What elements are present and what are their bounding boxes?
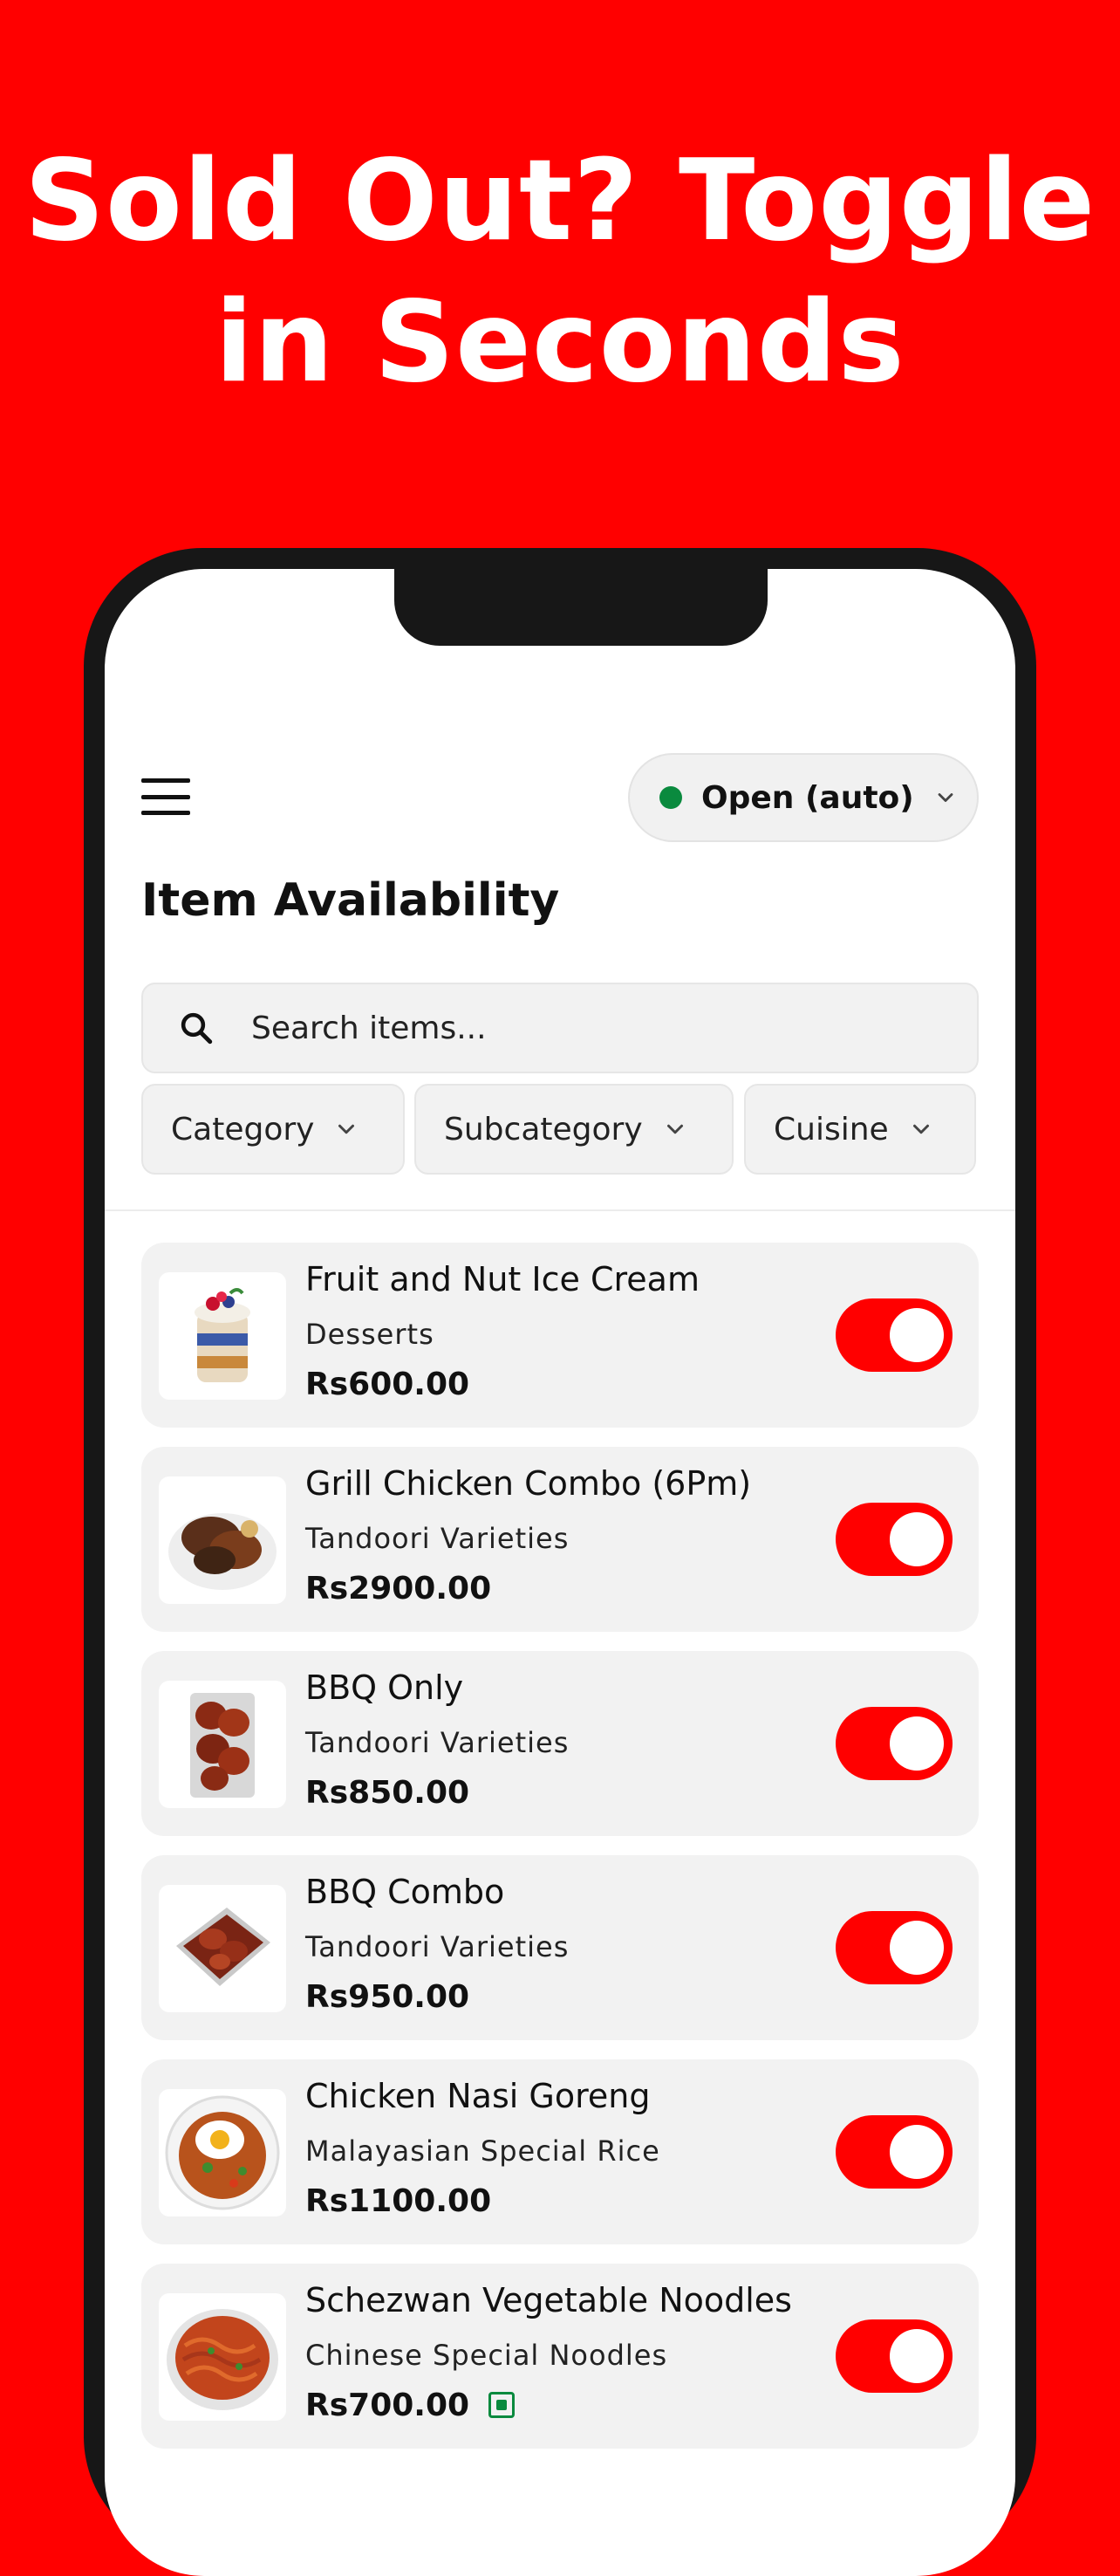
toggle-knob xyxy=(890,2125,944,2179)
veg-indicator-icon xyxy=(488,2392,516,2418)
item-image xyxy=(159,1272,286,1400)
item-name: Schezwan Vegetable Noodles xyxy=(305,2281,792,2319)
item-image xyxy=(159,1476,286,1604)
headline-line-1: Sold Out? Toggle xyxy=(24,136,1096,266)
subcategory-filter-label: Subcategory xyxy=(444,1111,643,1148)
subcategory-filter-dropdown[interactable]: Subcategory xyxy=(414,1084,734,1175)
chevron-down-icon xyxy=(938,793,953,802)
item-card: Schezwan Vegetable Noodles Chinese Speci… xyxy=(141,2264,979,2449)
toggle-knob xyxy=(890,1512,944,1566)
item-category: Tandoori Varieties xyxy=(305,1726,570,1759)
availability-toggle[interactable] xyxy=(836,1911,953,1984)
item-name: Fruit and Nut Ice Cream xyxy=(305,1260,700,1298)
item-image xyxy=(159,2293,286,2421)
chevron-down-icon xyxy=(338,1124,355,1134)
item-card: Grill Chicken Combo (6Pm) Tandoori Varie… xyxy=(141,1447,979,1632)
item-category: Desserts xyxy=(305,1318,434,1351)
store-status-dropdown[interactable]: Open (auto) xyxy=(628,753,979,842)
headline: Sold Out? Toggle in Seconds xyxy=(0,131,1120,414)
search-bar[interactable] xyxy=(141,983,979,1073)
availability-toggle[interactable] xyxy=(836,2115,953,2189)
item-price-row: Rs700.00 xyxy=(305,2388,516,2423)
availability-toggle[interactable] xyxy=(836,1707,953,1780)
item-price: Rs2900.00 xyxy=(305,1571,492,1607)
store-status-label: Open (auto) xyxy=(701,779,914,816)
phone-frame: Open (auto) Item Availability Category S… xyxy=(84,548,1036,2576)
item-category: Chinese Special Noodles xyxy=(305,2339,668,2372)
category-filter-dropdown[interactable]: Category xyxy=(141,1084,405,1175)
phone-screen: Open (auto) Item Availability Category S… xyxy=(105,569,1015,2576)
item-name: Grill Chicken Combo (6Pm) xyxy=(305,1464,752,1503)
page-title: Item Availability xyxy=(141,874,560,927)
item-price: Rs1100.00 xyxy=(305,2183,492,2219)
item-card: Chicken Nasi Goreng Malayasian Special R… xyxy=(141,2059,979,2244)
chevron-down-icon xyxy=(912,1124,929,1134)
item-category: Tandoori Varieties xyxy=(305,1522,570,1555)
toggle-knob xyxy=(890,1921,944,1975)
cuisine-filter-label: Cuisine xyxy=(774,1111,889,1148)
search-input[interactable] xyxy=(249,1009,864,1047)
item-image xyxy=(159,2089,286,2216)
item-name: Chicken Nasi Goreng xyxy=(305,2077,651,2115)
availability-toggle[interactable] xyxy=(836,1503,953,1576)
item-name: BBQ Only xyxy=(305,1668,464,1707)
item-image xyxy=(159,1885,286,2012)
item-category: Malayasian Special Rice xyxy=(305,2134,660,2168)
toggle-knob xyxy=(890,2329,944,2383)
cuisine-filter-dropdown[interactable]: Cuisine xyxy=(744,1084,976,1175)
item-category: Tandoori Varieties xyxy=(305,1930,570,1963)
headline-line-2: in Seconds xyxy=(215,277,905,408)
phone-notch xyxy=(394,569,768,646)
availability-toggle[interactable] xyxy=(836,1298,953,1372)
chevron-down-icon xyxy=(666,1124,683,1134)
availability-toggle[interactable] xyxy=(836,2319,953,2393)
item-card: Fruit and Nut Ice Cream Desserts Rs600.0… xyxy=(141,1243,979,1428)
item-price: Rs950.00 xyxy=(305,1979,470,2015)
item-name: BBQ Combo xyxy=(305,1873,505,1911)
category-filter-label: Category xyxy=(171,1111,315,1148)
item-price: Rs600.00 xyxy=(305,1367,470,1402)
status-dot-icon xyxy=(659,786,682,809)
divider xyxy=(105,1209,1015,1211)
item-card: BBQ Combo Tandoori Varieties Rs950.00 xyxy=(141,1855,979,2040)
search-icon xyxy=(181,1012,213,1045)
hamburger-menu-icon[interactable] xyxy=(141,778,190,815)
item-price: Rs700.00 xyxy=(305,2388,470,2423)
item-image xyxy=(159,1681,286,1808)
item-price: Rs850.00 xyxy=(305,1775,470,1811)
toggle-knob xyxy=(890,1308,944,1362)
item-card: BBQ Only Tandoori Varieties Rs850.00 xyxy=(141,1651,979,1836)
toggle-knob xyxy=(890,1716,944,1771)
